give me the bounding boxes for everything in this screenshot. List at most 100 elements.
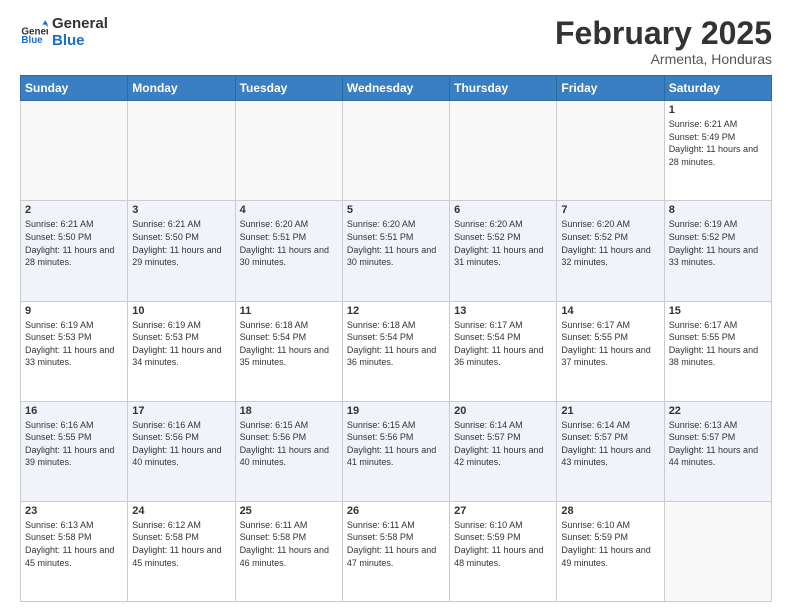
weekday-wednesday: Wednesday: [342, 76, 449, 101]
day-cell: [664, 501, 771, 601]
day-cell: 8 Sunrise: 6:19 AM Sunset: 5:52 PM Daylig…: [664, 201, 771, 301]
logo: General Blue General Blue: [20, 16, 108, 49]
day-cell: 25 Sunrise: 6:11 AM Sunset: 5:58 PM Dayli…: [235, 501, 342, 601]
day-cell: [557, 101, 664, 201]
day-cell: 5 Sunrise: 6:20 AM Sunset: 5:51 PM Daylig…: [342, 201, 449, 301]
day-info: Sunrise: 6:20 AM Sunset: 5:52 PM Dayligh…: [561, 218, 659, 268]
day-number: 9: [25, 305, 123, 317]
svg-text:Blue: Blue: [21, 34, 43, 45]
day-cell: [128, 101, 235, 201]
logo-blue: Blue: [52, 33, 108, 50]
day-cell: 12Sunrise: 6:18 AM Sunset: 5:54 PM Dayli…: [342, 301, 449, 401]
day-info: Sunrise: 6:19 AM Sunset: 5:53 PM Dayligh…: [132, 319, 230, 369]
day-cell: 23 Sunrise: 6:13 AM Sunset: 5:58 PM Dayli…: [21, 501, 128, 601]
day-cell: 13 Sunrise: 6:17 AM Sunset: 5:54 PM Dayli…: [450, 301, 557, 401]
day-info: Sunrise: 6:14 AM Sunset: 5:57 PM Dayligh…: [454, 419, 552, 469]
day-number: 14: [561, 305, 659, 317]
day-cell: 16 Sunrise: 6:16 AM Sunset: 5:55 PM Dayli…: [21, 401, 128, 501]
day-number: 25: [240, 505, 338, 517]
day-cell: 15Sunrise: 6:17 AM Sunset: 5:55 PM Dayli…: [664, 301, 771, 401]
day-info: Sunrise: 6:18 AM Sunset: 5:54 PM Dayligh…: [240, 319, 338, 369]
day-number: 3: [132, 204, 230, 216]
day-cell: 14 Sunrise: 6:17 AM Sunset: 5:55 PM Dayli…: [557, 301, 664, 401]
day-info: Sunrise: 6:10 AM Sunset: 5:59 PM Dayligh…: [454, 519, 552, 569]
weekday-header-row: SundayMondayTuesdayWednesdayThursdayFrid…: [21, 76, 772, 101]
day-info: Sunrise: 6:19 AM Sunset: 5:53 PM Dayligh…: [25, 319, 123, 369]
week-row-3: 9 Sunrise: 6:19 AM Sunset: 5:53 PM Daylig…: [21, 301, 772, 401]
day-info: Sunrise: 6:14 AM Sunset: 5:57 PM Dayligh…: [561, 419, 659, 469]
day-info: Sunrise: 6:20 AM Sunset: 5:51 PM Dayligh…: [240, 218, 338, 268]
week-row-5: 23 Sunrise: 6:13 AM Sunset: 5:58 PM Dayli…: [21, 501, 772, 601]
day-number: 11: [240, 305, 338, 317]
day-info: Sunrise: 6:16 AM Sunset: 5:56 PM Dayligh…: [132, 419, 230, 469]
day-number: 16: [25, 405, 123, 417]
day-number: 8: [669, 204, 767, 216]
day-info: Sunrise: 6:13 AM Sunset: 5:57 PM Dayligh…: [669, 419, 767, 469]
day-info: Sunrise: 6:15 AM Sunset: 5:56 PM Dayligh…: [347, 419, 445, 469]
week-row-4: 16 Sunrise: 6:16 AM Sunset: 5:55 PM Dayli…: [21, 401, 772, 501]
day-info: Sunrise: 6:15 AM Sunset: 5:56 PM Dayligh…: [240, 419, 338, 469]
day-cell: 21 Sunrise: 6:14 AM Sunset: 5:57 PM Dayli…: [557, 401, 664, 501]
day-number: 2: [25, 204, 123, 216]
day-info: Sunrise: 6:17 AM Sunset: 5:54 PM Dayligh…: [454, 319, 552, 369]
day-number: 1: [669, 104, 767, 116]
day-number: 28: [561, 505, 659, 517]
day-cell: 20 Sunrise: 6:14 AM Sunset: 5:57 PM Dayli…: [450, 401, 557, 501]
day-cell: 3Sunrise: 6:21 AM Sunset: 5:50 PM Daylig…: [128, 201, 235, 301]
weekday-sunday: Sunday: [21, 76, 128, 101]
weekday-thursday: Thursday: [450, 76, 557, 101]
day-number: 7: [561, 204, 659, 216]
day-number: 19: [347, 405, 445, 417]
day-number: 10: [132, 305, 230, 317]
day-number: 5: [347, 204, 445, 216]
day-cell: 28 Sunrise: 6:10 AM Sunset: 5:59 PM Dayli…: [557, 501, 664, 601]
day-cell: [235, 101, 342, 201]
day-cell: 4Sunrise: 6:20 AM Sunset: 5:51 PM Daylig…: [235, 201, 342, 301]
day-cell: 19 Sunrise: 6:15 AM Sunset: 5:56 PM Dayli…: [342, 401, 449, 501]
calendar-table: SundayMondayTuesdayWednesdayThursdayFrid…: [20, 75, 772, 602]
day-cell: 17 Sunrise: 6:16 AM Sunset: 5:56 PM Dayli…: [128, 401, 235, 501]
weekday-monday: Monday: [128, 76, 235, 101]
day-number: 12: [347, 305, 445, 317]
day-info: Sunrise: 6:13 AM Sunset: 5:58 PM Dayligh…: [25, 519, 123, 569]
day-number: 18: [240, 405, 338, 417]
day-info: Sunrise: 6:11 AM Sunset: 5:58 PM Dayligh…: [347, 519, 445, 569]
day-info: Sunrise: 6:20 AM Sunset: 5:52 PM Dayligh…: [454, 218, 552, 268]
day-cell: 27 Sunrise: 6:10 AM Sunset: 5:59 PM Dayli…: [450, 501, 557, 601]
day-cell: 11 Sunrise: 6:18 AM Sunset: 5:54 PM Dayli…: [235, 301, 342, 401]
day-number: 22: [669, 405, 767, 417]
day-info: Sunrise: 6:19 AM Sunset: 5:52 PM Dayligh…: [669, 218, 767, 268]
day-info: Sunrise: 6:16 AM Sunset: 5:55 PM Dayligh…: [25, 419, 123, 469]
month-title: February 2025: [555, 16, 772, 51]
logo-icon: General Blue: [20, 19, 48, 47]
day-info: Sunrise: 6:20 AM Sunset: 5:51 PM Dayligh…: [347, 218, 445, 268]
day-cell: [21, 101, 128, 201]
day-number: 17: [132, 405, 230, 417]
title-block: February 2025 Armenta, Honduras: [555, 16, 772, 67]
day-number: 21: [561, 405, 659, 417]
day-info: Sunrise: 6:11 AM Sunset: 5:58 PM Dayligh…: [240, 519, 338, 569]
day-cell: [342, 101, 449, 201]
location-subtitle: Armenta, Honduras: [555, 51, 772, 67]
week-row-2: 2Sunrise: 6:21 AM Sunset: 5:50 PM Daylig…: [21, 201, 772, 301]
day-number: 15: [669, 305, 767, 317]
day-number: 27: [454, 505, 552, 517]
day-cell: 18 Sunrise: 6:15 AM Sunset: 5:56 PM Dayli…: [235, 401, 342, 501]
week-row-1: 1 Sunrise: 6:21 AM Sunset: 5:49 PM Daylig…: [21, 101, 772, 201]
day-number: 20: [454, 405, 552, 417]
day-cell: [450, 101, 557, 201]
day-cell: 7 Sunrise: 6:20 AM Sunset: 5:52 PM Daylig…: [557, 201, 664, 301]
day-info: Sunrise: 6:10 AM Sunset: 5:59 PM Dayligh…: [561, 519, 659, 569]
day-info: Sunrise: 6:12 AM Sunset: 5:58 PM Dayligh…: [132, 519, 230, 569]
day-cell: 2Sunrise: 6:21 AM Sunset: 5:50 PM Daylig…: [21, 201, 128, 301]
day-info: Sunrise: 6:17 AM Sunset: 5:55 PM Dayligh…: [561, 319, 659, 369]
day-cell: 9 Sunrise: 6:19 AM Sunset: 5:53 PM Daylig…: [21, 301, 128, 401]
day-cell: 24Sunrise: 6:12 AM Sunset: 5:58 PM Dayli…: [128, 501, 235, 601]
day-number: 13: [454, 305, 552, 317]
day-info: Sunrise: 6:21 AM Sunset: 5:49 PM Dayligh…: [669, 118, 767, 168]
day-cell: 1 Sunrise: 6:21 AM Sunset: 5:49 PM Daylig…: [664, 101, 771, 201]
weekday-friday: Friday: [557, 76, 664, 101]
day-number: 23: [25, 505, 123, 517]
day-cell: 26 Sunrise: 6:11 AM Sunset: 5:58 PM Dayli…: [342, 501, 449, 601]
day-number: 26: [347, 505, 445, 517]
